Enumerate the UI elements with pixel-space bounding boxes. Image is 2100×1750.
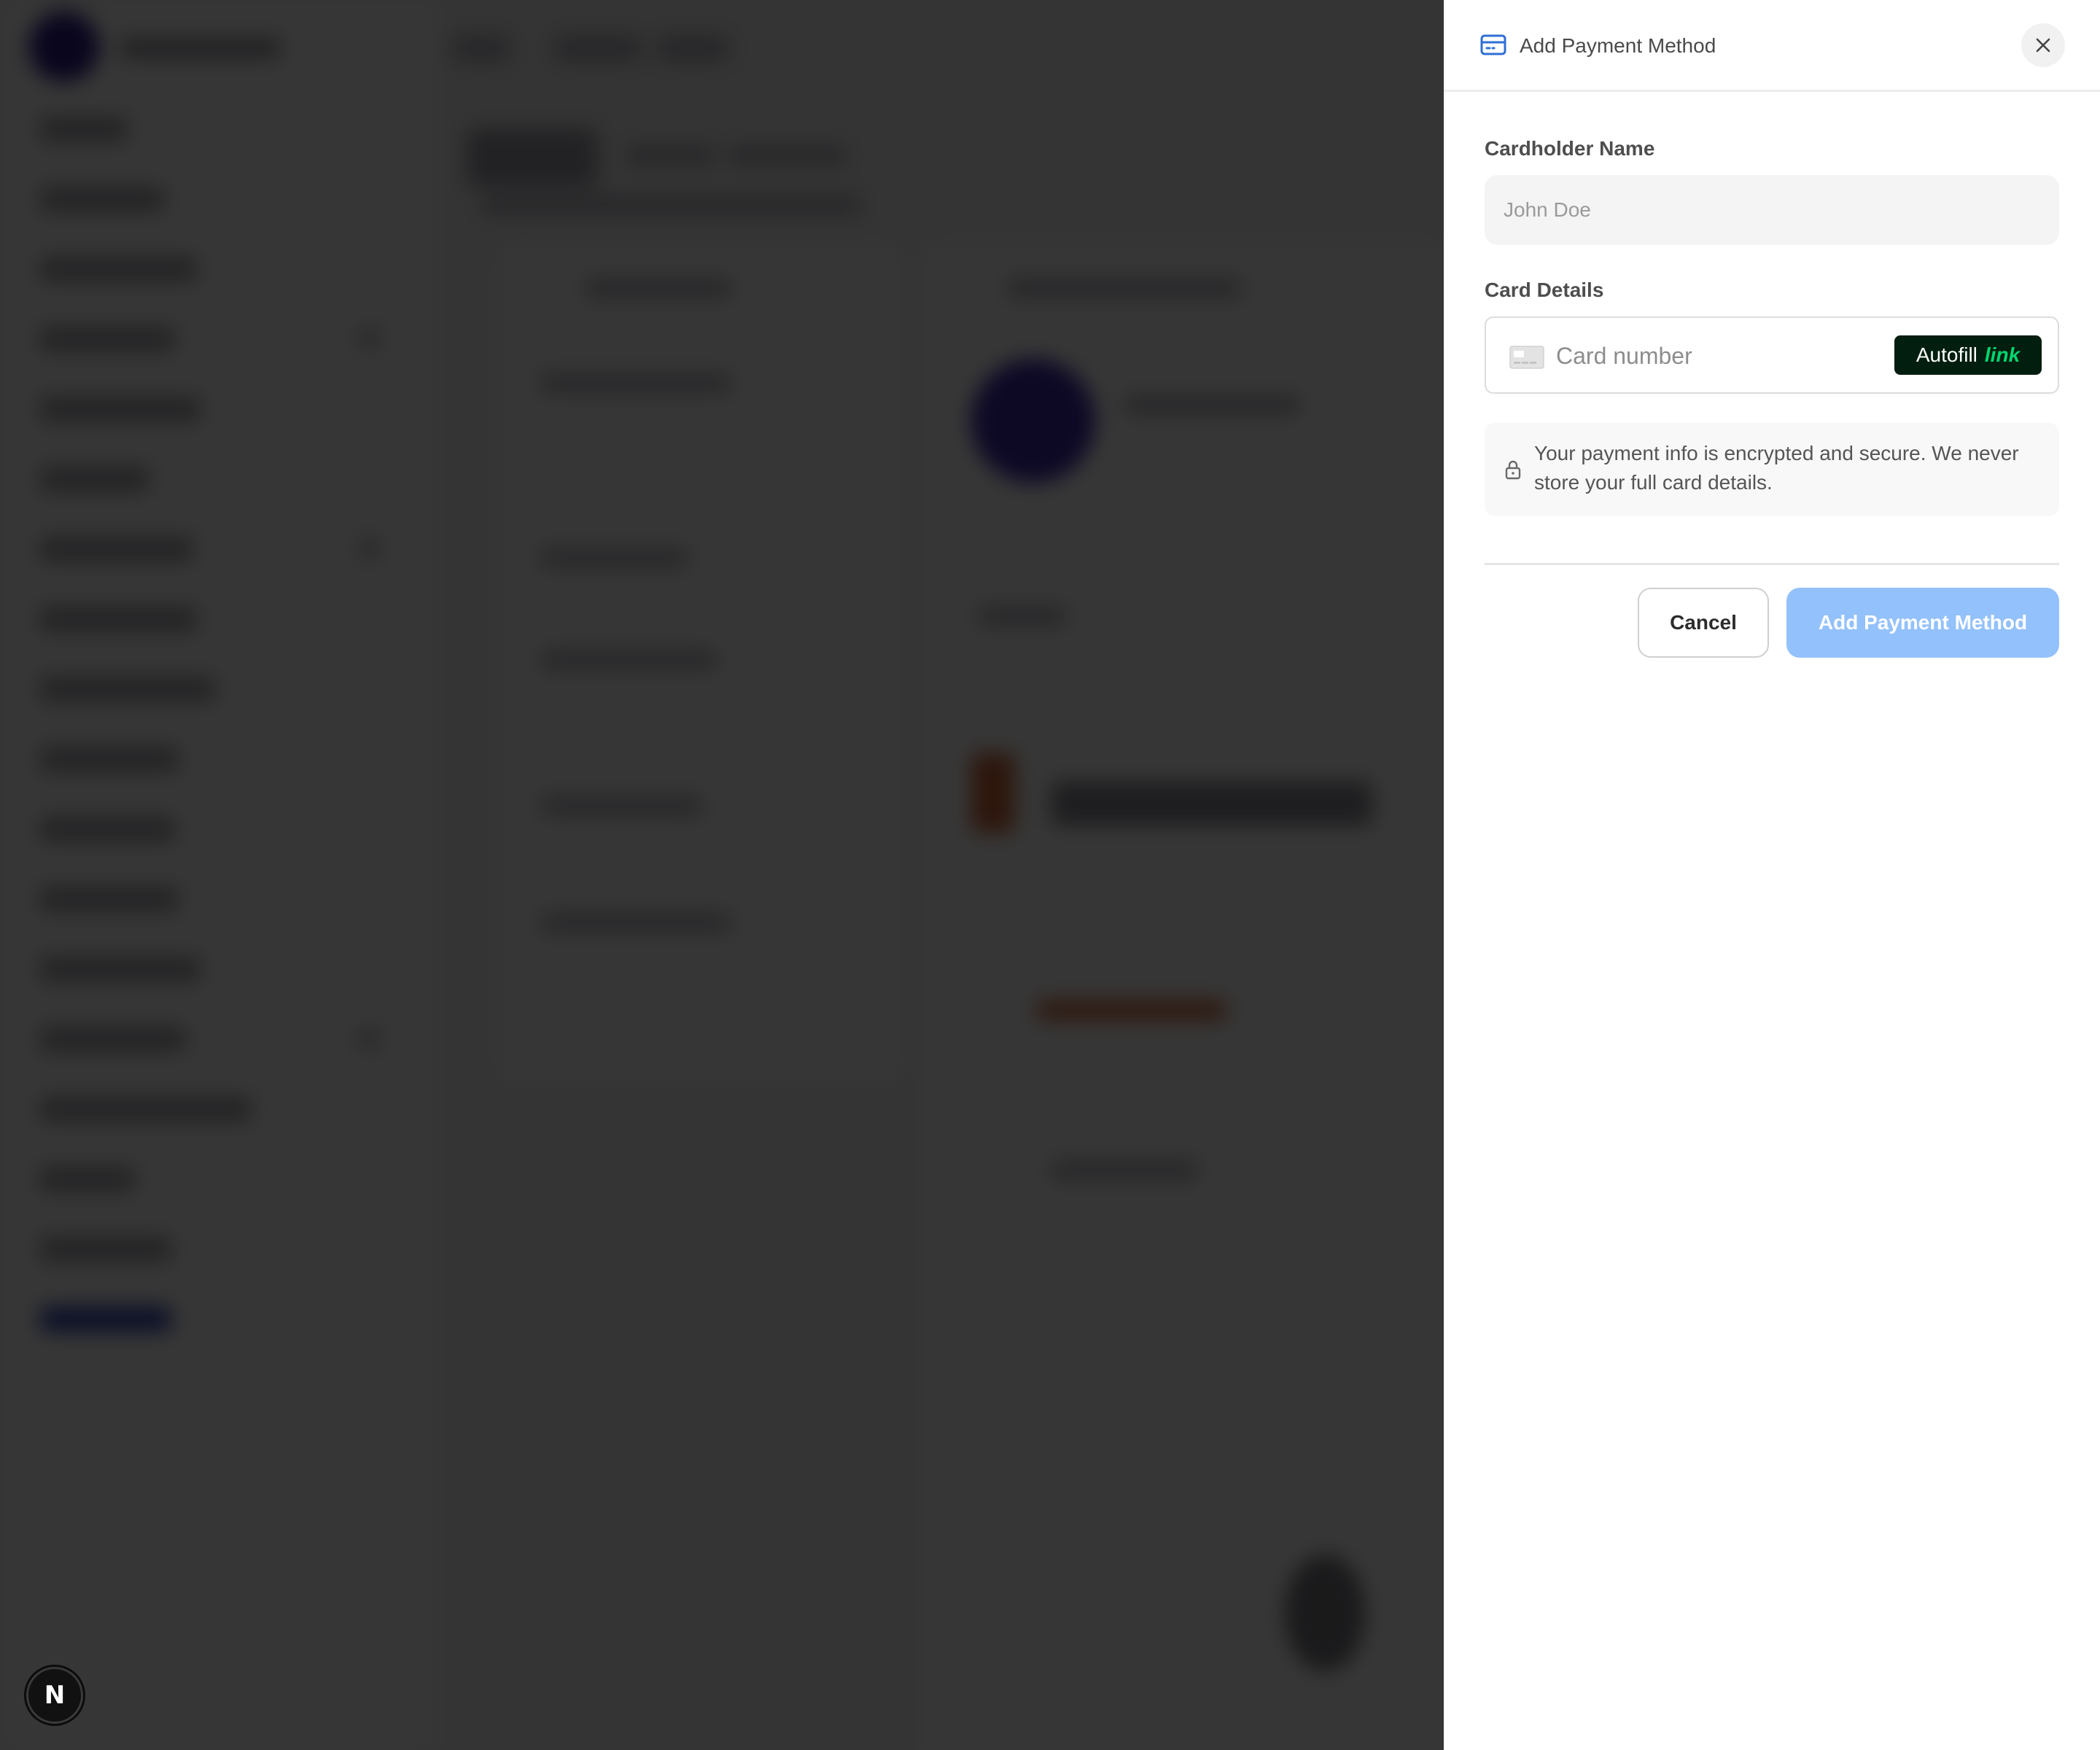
card-number-input[interactable] bbox=[1556, 334, 1906, 378]
autofill-link-button[interactable]: Autofill link bbox=[1894, 335, 2042, 375]
drawer-header: Add Payment Method bbox=[1444, 0, 2100, 92]
lock-icon bbox=[1505, 460, 1521, 480]
autofill-label: Autofill bbox=[1916, 343, 1978, 366]
footer-divider bbox=[1485, 563, 2059, 565]
add-payment-method-button[interactable]: Add Payment Method bbox=[1786, 588, 2059, 658]
link-brand-label: link bbox=[1984, 343, 2021, 366]
add-payment-drawer: Add Payment Method Cardholder Name Card … bbox=[1444, 0, 2100, 1750]
card-details-field[interactable]: Autofill link bbox=[1485, 316, 2059, 394]
close-icon bbox=[2036, 38, 2050, 52]
card-details-label: Card Details bbox=[1485, 279, 1604, 301]
security-notice-text: Your payment info is encrypted and secur… bbox=[1534, 442, 2019, 494]
close-button[interactable] bbox=[2021, 23, 2065, 67]
card-placeholder-icon bbox=[1509, 346, 1544, 369]
security-notice: Your payment info is encrypted and secur… bbox=[1485, 423, 2059, 516]
drawer-title: Add Payment Method bbox=[1520, 34, 1716, 57]
cardholder-name-input[interactable] bbox=[1485, 175, 2059, 245]
nextjs-dev-badge[interactable]: N bbox=[26, 1667, 83, 1724]
nextjs-logo-icon: N bbox=[44, 1681, 66, 1710]
cancel-button[interactable]: Cancel bbox=[1638, 588, 1769, 658]
credit-card-icon bbox=[1480, 34, 1506, 55]
cardholder-name-label: Cardholder Name bbox=[1485, 137, 1655, 160]
